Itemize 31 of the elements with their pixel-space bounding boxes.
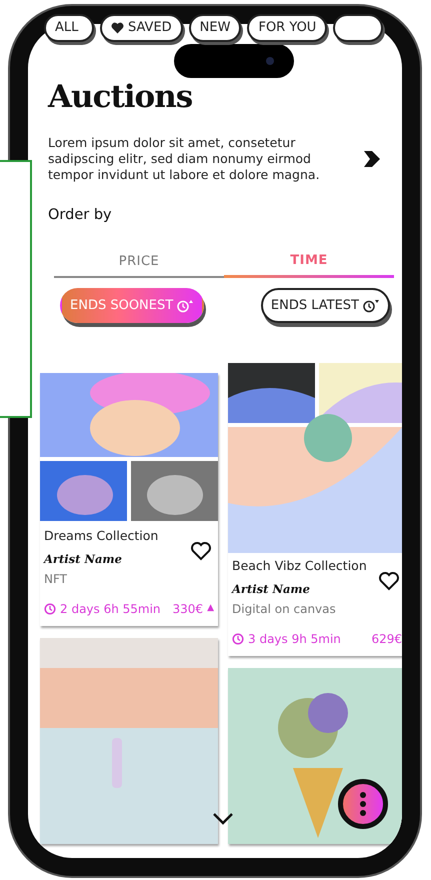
filter-chip[interactable]: ALL: [44, 14, 94, 42]
chevron-right-icon[interactable]: [362, 150, 382, 168]
clock-icon: [176, 298, 194, 312]
price: 629€: [371, 631, 402, 648]
artist-name: Artist Name: [44, 551, 122, 568]
heart-icon[interactable]: [190, 541, 212, 562]
sort-tab[interactable]: PRICE: [54, 250, 224, 278]
order-by-label: Order by: [48, 206, 113, 224]
time-remaining: 2 days 6h 55min: [44, 600, 161, 618]
heart-icon: [111, 22, 124, 34]
clock-icon: [232, 633, 244, 645]
heart-icon[interactable]: [378, 571, 400, 592]
time-remaining: 3 days 9h 5min: [232, 630, 341, 648]
clock-icon: [362, 298, 380, 312]
artwork-card[interactable]: Dreams Collection Artist Name NFT 2 days 6h 55min 330€ ▲: [40, 373, 218, 626]
artwork-title: Dreams Collection: [44, 527, 160, 546]
filter-chip[interactable]: [333, 14, 384, 42]
price: 330€: [172, 601, 204, 618]
clock-icon: [44, 603, 56, 615]
filter-chip[interactable]: FOR YOU: [247, 14, 328, 42]
artwork-medium: Digital on canvas: [232, 601, 337, 618]
artist-name: Artist Name: [232, 581, 310, 598]
trend-arrow: ▲: [207, 602, 214, 615]
artwork-card[interactable]: Beach Vibz Collection Artist Name Digital on canvas 3 days 9h 5min 629€: [228, 363, 402, 656]
artwork-title: Beach Vibz Collection: [232, 557, 368, 576]
description-text: Lorem ipsum dolor sit amet, consetetur sadipscing elitr, sed diam nonumy eirmod tempor invidunt ut labore et dolore magna.: [48, 134, 321, 182]
page-title: Auctions: [48, 78, 192, 117]
artwork-medium: NFT: [44, 571, 68, 588]
filter-chip[interactable]: NEW: [188, 14, 242, 42]
chevron-down-icon[interactable]: [212, 812, 234, 826]
filter-chip[interactable]: SAVED: [100, 14, 183, 42]
